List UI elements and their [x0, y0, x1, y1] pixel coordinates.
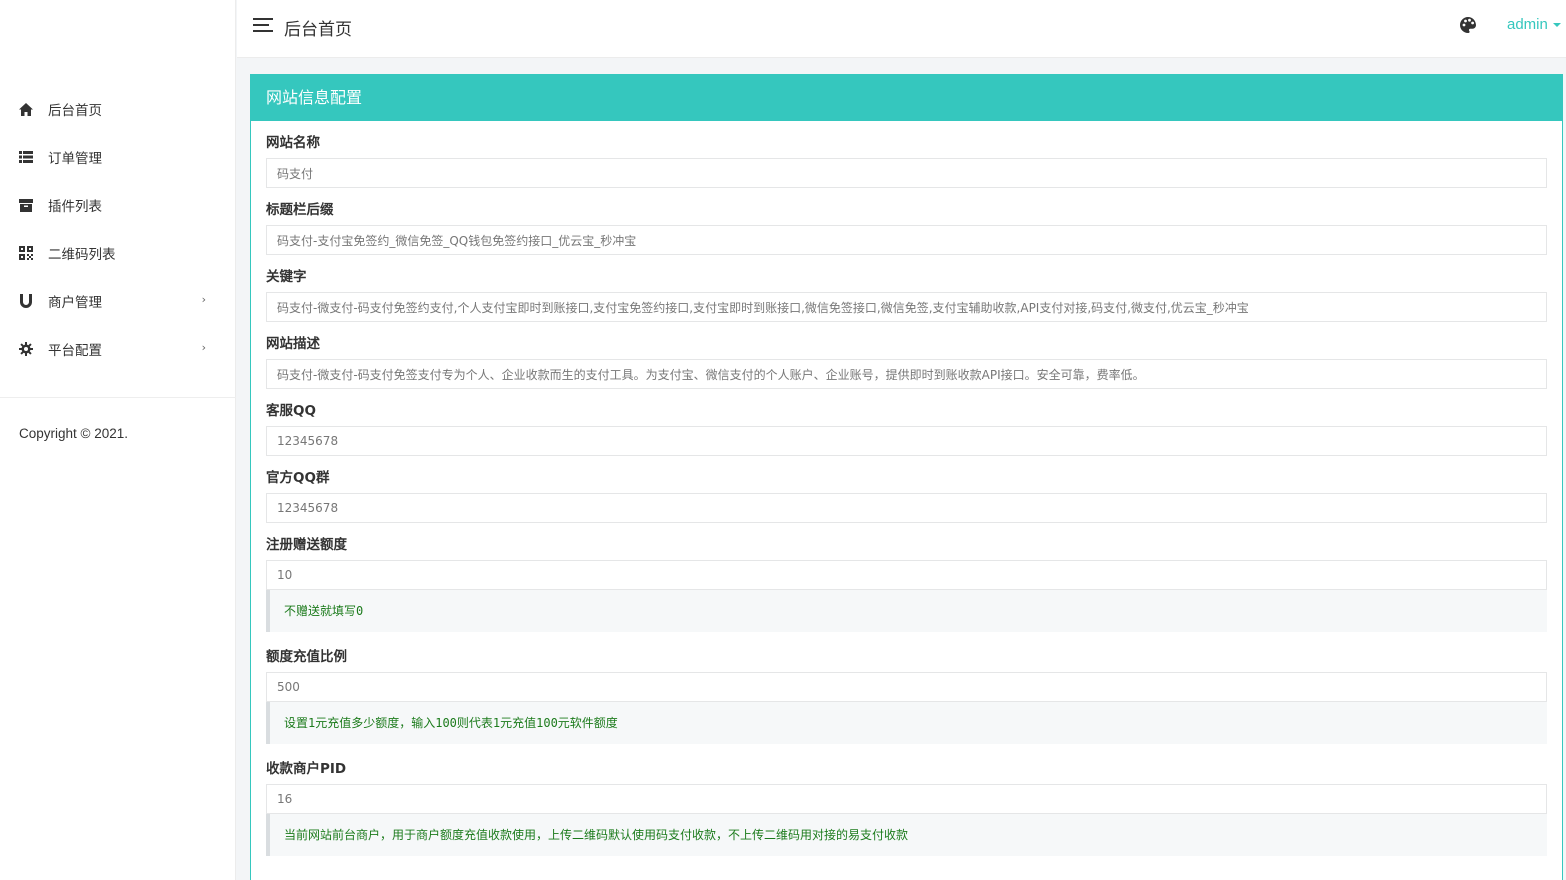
home-icon — [18, 101, 34, 117]
magnet-icon — [18, 293, 34, 309]
username-label: admin — [1507, 16, 1548, 33]
field-hint: 设置1元充值多少额度，输入100则代表1元充值100元软件额度 — [266, 702, 1547, 744]
chevron-right-icon: › — [201, 293, 206, 306]
field-hint: 当前网站前台商户，用于商户额度充值收款使用，上传二维码默认使用码支付收款，不上传… — [266, 814, 1547, 856]
qq-group-input[interactable] — [266, 493, 1547, 523]
list-icon — [18, 149, 34, 165]
qrcode-icon — [18, 245, 34, 261]
description-input[interactable] — [266, 359, 1547, 389]
site-config-panel: 网站信息配置 网站名称 标题栏后缀 关键字 网站描述 客服QQ 官方QQ群 注册… — [250, 74, 1563, 880]
copyright-text: Copyright © 2021. — [19, 426, 129, 441]
sidebar-item-label: 二维码列表 — [48, 247, 116, 263]
menu-toggle-icon[interactable] — [253, 18, 273, 34]
top-header: 后台首页 admin — [237, 0, 1566, 58]
sidebar-item-orders[interactable]: 订单管理 — [0, 133, 236, 181]
chevron-right-icon: › — [201, 341, 206, 354]
site-name-input[interactable] — [266, 158, 1547, 188]
sidebar-item-qrcodes[interactable]: 二维码列表 — [0, 229, 236, 277]
sidebar-item-platform-config[interactable]: 平台配置 › — [0, 325, 236, 373]
palette-icon[interactable] — [1459, 16, 1477, 34]
gear-icon — [18, 341, 34, 357]
field-label: 收款商户PID — [266, 761, 347, 777]
keywords-input[interactable] — [266, 292, 1547, 322]
field-label: 网站名称 — [266, 135, 320, 151]
merchant-pid-input[interactable] — [266, 784, 1547, 814]
field-label: 网站描述 — [266, 336, 320, 352]
page-title: 后台首页 — [284, 20, 352, 40]
sidebar-item-label: 平台配置 — [48, 343, 102, 359]
sidebar-divider — [0, 397, 236, 398]
field-label: 额度充值比例 — [266, 649, 347, 665]
field-label: 客服QQ — [266, 403, 316, 419]
field-label: 关键字 — [266, 269, 307, 285]
sidebar: 后台首页 订单管理 插件列表 二维码列表 商户管理 › 平台配置 › Copyr… — [0, 0, 236, 880]
archive-icon — [18, 197, 34, 213]
config-form: 网站名称 标题栏后缀 关键字 网站描述 客服QQ 官方QQ群 注册赠送额度 不赠… — [251, 121, 1562, 856]
panel-title: 网站信息配置 — [251, 75, 1562, 121]
sidebar-item-label: 商户管理 — [48, 295, 102, 311]
sidebar-item-plugins[interactable]: 插件列表 — [0, 181, 236, 229]
support-qq-input[interactable] — [266, 426, 1547, 456]
sidebar-item-merchants[interactable]: 商户管理 › — [0, 277, 236, 325]
sidebar-item-home[interactable]: 后台首页 — [0, 85, 236, 133]
sidebar-item-label: 后台首页 — [48, 103, 102, 119]
sidebar-item-label: 订单管理 — [48, 151, 102, 167]
field-hint: 不赠送就填写0 — [266, 590, 1547, 632]
field-label: 注册赠送额度 — [266, 537, 347, 553]
signup-bonus-input[interactable] — [266, 560, 1547, 590]
title-suffix-input[interactable] — [266, 225, 1547, 255]
recharge-ratio-input[interactable] — [266, 672, 1547, 702]
caret-down-icon — [1552, 23, 1561, 28]
sidebar-item-label: 插件列表 — [48, 199, 102, 215]
user-menu[interactable]: admin — [1507, 16, 1561, 33]
field-label: 标题栏后缀 — [266, 202, 334, 218]
field-label: 官方QQ群 — [266, 470, 330, 486]
sidebar-nav: 后台首页 订单管理 插件列表 二维码列表 商户管理 › 平台配置 › — [0, 85, 236, 373]
